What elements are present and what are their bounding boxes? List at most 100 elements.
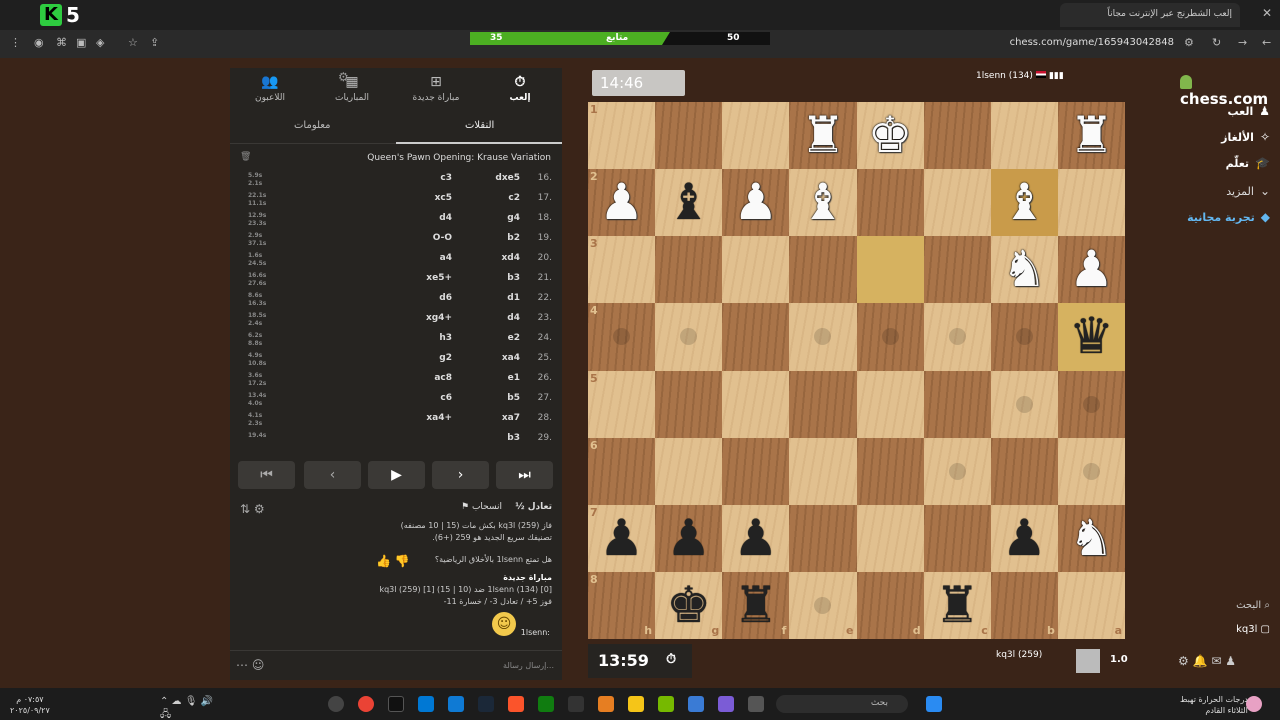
board-square[interactable]: ♛: [1057, 303, 1125, 371]
board-square[interactable]: [856, 437, 924, 505]
black-move[interactable]: d4: [439, 213, 452, 223]
discord-icon[interactable]: [718, 696, 734, 712]
weather-widget[interactable]: درجات الحرارة تهبط الثلاثاء القادم: [1180, 694, 1248, 716]
board-square[interactable]: [923, 236, 991, 304]
white-pawn-icon[interactable]: ♟: [722, 169, 789, 236]
board-square[interactable]: 8h: [588, 571, 656, 639]
board-square[interactable]: [923, 504, 991, 572]
legal-move-dot[interactable]: [1082, 462, 1100, 480]
white-rook-icon[interactable]: ♜: [1058, 102, 1125, 169]
board-square[interactable]: ♜: [1057, 102, 1125, 170]
legal-move-dot[interactable]: [881, 328, 899, 346]
board-square[interactable]: [722, 370, 790, 438]
white-bishop-icon[interactable]: ♝: [991, 169, 1058, 236]
white-move[interactable]: c2: [508, 193, 520, 203]
sidebar-profile[interactable]: kq3l ▢: [1236, 624, 1270, 635]
obs-icon[interactable]: [328, 696, 344, 712]
legal-move-dot[interactable]: [814, 328, 832, 346]
board-square[interactable]: [856, 236, 924, 304]
steam-icon[interactable]: [478, 696, 494, 712]
tab-games[interactable]: ▦ المباريات: [312, 74, 392, 103]
site-settings-icon[interactable]: ⚙: [1184, 36, 1194, 49]
white-move[interactable]: d4: [507, 313, 520, 323]
resign-button[interactable]: ⚑ انسحاب: [461, 502, 502, 512]
taskbar-clock[interactable]: ٠٧:٥٧ م ٢٠٢٥/٠٩/٢٧: [10, 694, 50, 716]
white-pawn-icon[interactable]: ♟: [588, 169, 655, 236]
board-square[interactable]: [923, 303, 991, 371]
board-square[interactable]: [923, 370, 991, 438]
black-rook-icon[interactable]: ♜: [924, 572, 991, 639]
black-bishop-icon[interactable]: ♝: [655, 169, 722, 236]
white-knight-icon[interactable]: ♞: [1058, 505, 1125, 572]
reload-icon[interactable]: ↻: [1212, 36, 1221, 49]
board-square[interactable]: 3: [588, 236, 656, 304]
chat-options-icons[interactable]: ⋯ ☺: [236, 658, 264, 672]
white-move[interactable]: xd4: [501, 253, 520, 263]
bookmark-star-icon[interactable]: ☆: [128, 36, 138, 49]
black-move[interactable]: xc5: [435, 193, 452, 203]
white-move[interactable]: b2: [507, 233, 520, 243]
board-square[interactable]: [789, 303, 857, 371]
subtab-moves[interactable]: النقلات: [465, 120, 494, 131]
board-square[interactable]: 6: [588, 437, 656, 505]
tab-new-game[interactable]: ⊞ مباراة جديدة: [396, 74, 476, 103]
black-move[interactable]: c3: [440, 173, 452, 183]
tiktok-icon[interactable]: [388, 696, 404, 712]
white-move[interactable]: b3: [507, 273, 520, 283]
board-square[interactable]: ♜: [789, 102, 857, 170]
opening-name[interactable]: Queen's Pawn Opening: Krause Variation: [367, 153, 551, 163]
board-square[interactable]: f ♜: [722, 571, 790, 639]
chess-board[interactable]: 1 ♜ ♚ ♜ 2 ♟ ♝ ♟ ♝ ♝ 3 ♞ ♟ 4 ♛ 5 6 7 ♟ ♟ ♟ ♟ ♞ 8 h g ♚ f ♜ e d c ♜ b a: [588, 102, 1125, 639]
app-a-icon[interactable]: [598, 696, 614, 712]
board-square[interactable]: [789, 437, 857, 505]
board-square[interactable]: [923, 169, 991, 237]
legal-move-dot[interactable]: [680, 328, 698, 346]
white-move[interactable]: e2: [508, 333, 520, 343]
black-move[interactable]: c6: [440, 393, 452, 403]
white-move[interactable]: e1: [508, 373, 520, 383]
legal-move-dot[interactable]: [948, 328, 966, 346]
black-queen-icon[interactable]: ♛: [1058, 303, 1125, 370]
legal-move-dot[interactable]: [1082, 395, 1100, 413]
white-king-icon[interactable]: ♚: [857, 102, 924, 169]
white-bishop-icon[interactable]: ♝: [789, 169, 856, 236]
board-square[interactable]: 4: [588, 303, 656, 371]
board-square[interactable]: [990, 303, 1058, 371]
board-square[interactable]: 5: [588, 370, 656, 438]
board-square[interactable]: ♟: [1057, 236, 1125, 304]
white-move[interactable]: g4: [507, 213, 520, 223]
board-square[interactable]: [1057, 169, 1125, 237]
windows-start-icon[interactable]: [926, 696, 942, 712]
new-game-title[interactable]: مباراة جديدة: [252, 572, 552, 584]
white-move[interactable]: xa4: [502, 353, 520, 363]
opponent-info[interactable]: 1lsenn (134) ▮▮▮: [976, 71, 1064, 81]
board-square[interactable]: a: [1057, 571, 1125, 639]
board-square[interactable]: 2 ♟: [588, 169, 656, 237]
sidebar-item-play[interactable]: ♟ العب: [1227, 104, 1270, 118]
board-square[interactable]: [722, 303, 790, 371]
board-square[interactable]: 7 ♟: [588, 504, 656, 572]
board-square[interactable]: [923, 102, 991, 170]
chesscom-logo[interactable]: chess.com: [1180, 72, 1280, 108]
sidebar-bottom-icons[interactable]: ⚙ 🔔 ✉ ♟: [1178, 654, 1236, 668]
black-move[interactable]: O-O: [433, 233, 452, 243]
board-square[interactable]: [990, 370, 1058, 438]
board-square[interactable]: [1057, 370, 1125, 438]
black-king-icon[interactable]: ♚: [655, 572, 722, 639]
white-move[interactable]: d1: [507, 293, 520, 303]
board-square[interactable]: [990, 437, 1058, 505]
trash-icon[interactable]: 🗑: [240, 152, 251, 162]
board-square[interactable]: [722, 437, 790, 505]
board-square[interactable]: [856, 169, 924, 237]
app-icon[interactable]: [688, 696, 704, 712]
panel-settings-gear-icon[interactable]: ⚙: [338, 70, 349, 84]
white-move[interactable]: b3: [507, 433, 520, 443]
avatar[interactable]: [1076, 649, 1100, 673]
sidebar-icon[interactable]: ▣: [76, 36, 86, 49]
sidebar-item-free-trial[interactable]: ◆ تجربة مجانية: [1187, 210, 1270, 224]
white-rook-icon[interactable]: ♜: [789, 102, 856, 169]
board-square[interactable]: [856, 370, 924, 438]
epic-games-icon[interactable]: [568, 696, 584, 712]
board-square[interactable]: [722, 236, 790, 304]
chrome-icon[interactable]: [358, 696, 374, 712]
